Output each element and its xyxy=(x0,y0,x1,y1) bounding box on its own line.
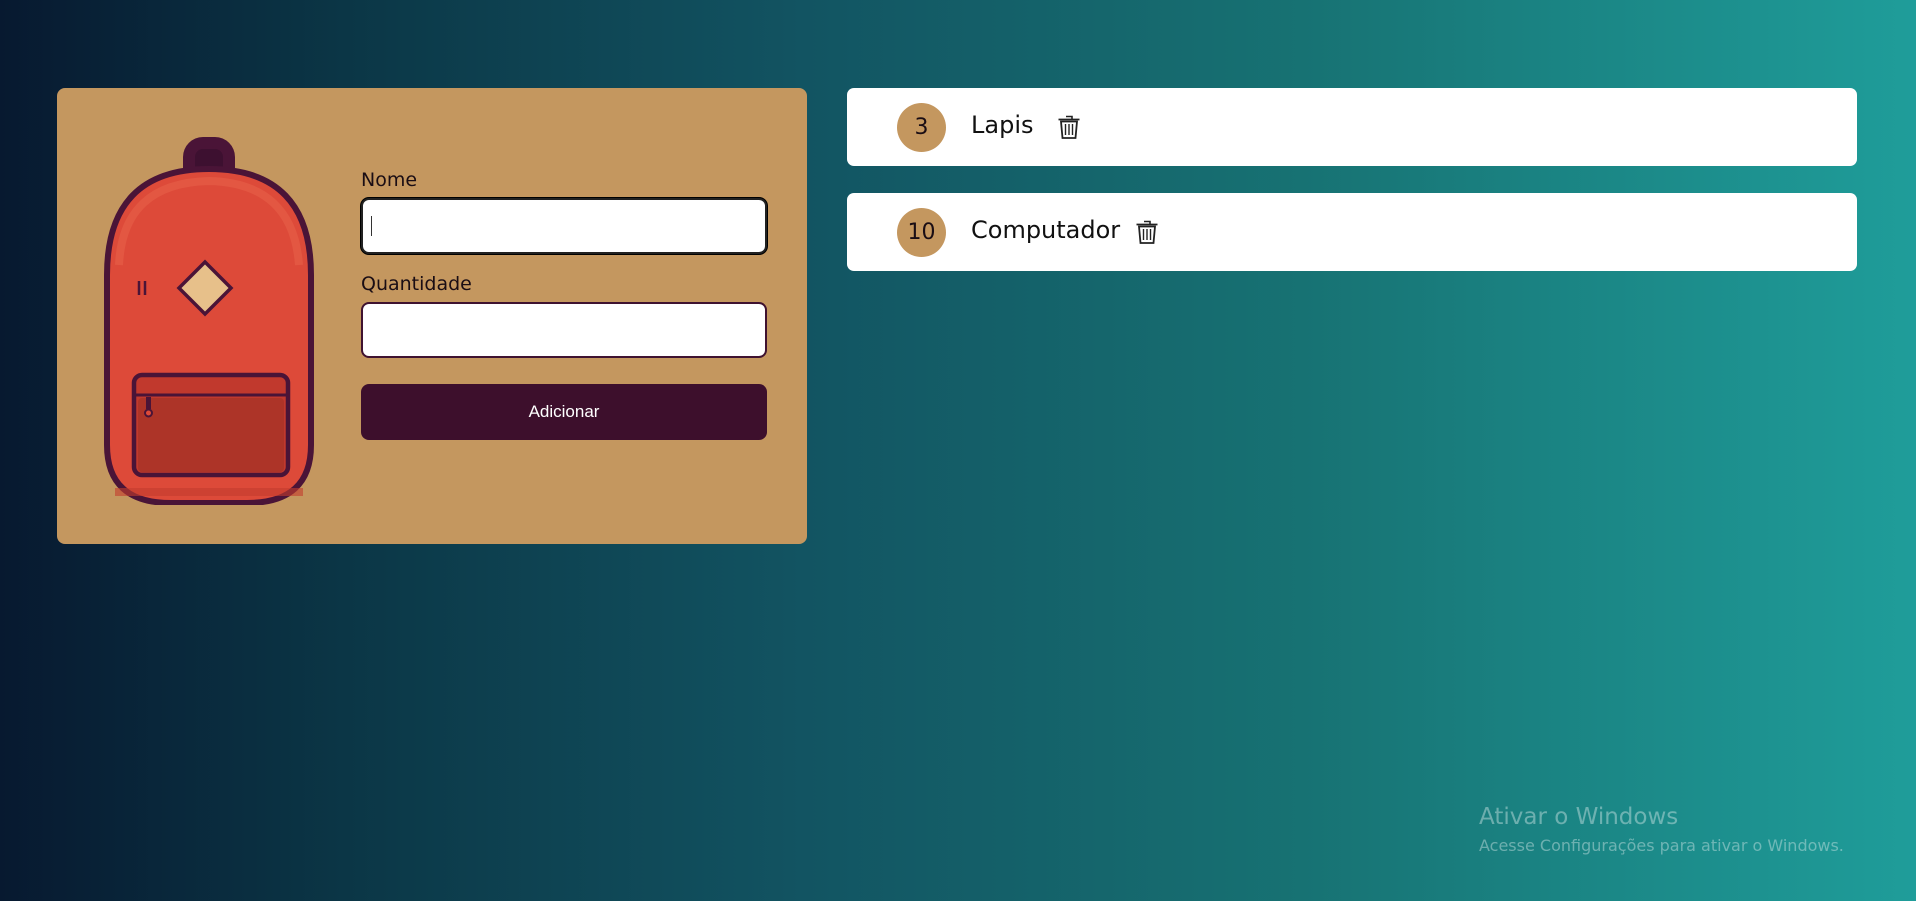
quantity-input[interactable] xyxy=(361,302,767,358)
quantity-label: Quantidade xyxy=(361,273,472,295)
name-label: Nome xyxy=(361,169,418,191)
quantity-badge: 10 xyxy=(897,208,946,257)
quantity-badge: 3 xyxy=(897,103,946,152)
windows-activation-watermark: Ativar o Windows Acesse Configurações pa… xyxy=(1479,804,1844,855)
add-item-card: Nome Quantidade Adicionar xyxy=(57,88,807,544)
name-input[interactable] xyxy=(361,198,767,254)
add-item-form: Nome Quantidade Adicionar xyxy=(361,168,767,440)
add-button[interactable]: Adicionar xyxy=(361,384,767,440)
item-name: Lapis xyxy=(971,111,1034,139)
name-field-wrapper xyxy=(361,198,767,254)
text-caret xyxy=(371,216,372,236)
watermark-title: Ativar o Windows xyxy=(1479,804,1679,830)
list-item: 10 Computador xyxy=(847,193,1857,271)
backpack-illustration xyxy=(104,137,314,505)
watermark-subtitle: Acesse Configurações para ativar o Windo… xyxy=(1479,836,1844,855)
trash-icon[interactable] xyxy=(1057,114,1081,140)
item-name: Computador xyxy=(971,216,1121,244)
items-list: 3 Lapis 10 Computador xyxy=(847,88,1857,298)
trash-icon[interactable] xyxy=(1135,219,1159,245)
list-item: 3 Lapis xyxy=(847,88,1857,166)
